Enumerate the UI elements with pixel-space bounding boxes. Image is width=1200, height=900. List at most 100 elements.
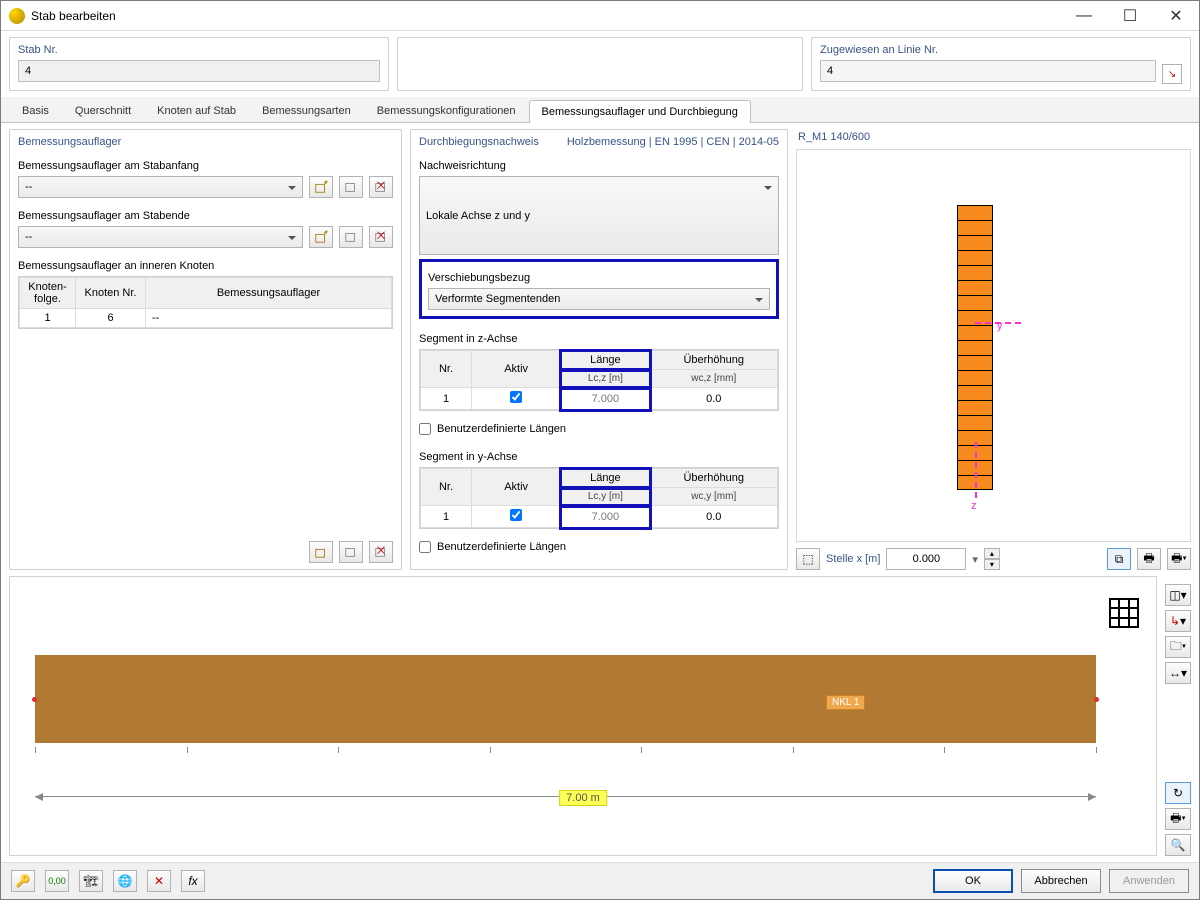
- axis-z-label: z: [971, 500, 977, 512]
- pick-line-button[interactable]: ↘: [1162, 64, 1182, 84]
- header-spacer: [397, 37, 803, 91]
- ok-button[interactable]: OK: [933, 869, 1013, 893]
- support-end-label: Bemessungsauflager am Stabende: [18, 210, 393, 222]
- render-toolbar: ◫▾ ↳▾ 🗀▾ ↔▾ ↻ 🖶▾ 🔍: [1165, 576, 1191, 856]
- tab-basis[interactable]: Basis: [9, 99, 62, 122]
- delete-button[interactable]: ✕: [147, 870, 171, 892]
- member-number-label: Stab Nr.: [18, 44, 380, 56]
- th-order: Knoten- folge.: [20, 278, 76, 309]
- cross-section-panel: R_M1 140/600 y z ⬚ Stelle x [m] 0.000 ▾ …: [796, 129, 1191, 570]
- nkl-badge: NKL 1: [826, 695, 865, 710]
- direction-label: Nachweisrichtung: [419, 160, 779, 172]
- view-refresh-button[interactable]: ↻: [1165, 782, 1191, 804]
- edit-support-end-button[interactable]: [339, 226, 363, 248]
- user-lengths-y-label: Benutzerdefinierte Längen: [437, 541, 566, 553]
- cross-section-view[interactable]: y z: [796, 149, 1191, 542]
- tab-knoten[interactable]: Knoten auf Stab: [144, 99, 249, 122]
- supports-title: Bemessungsauflager: [18, 136, 393, 148]
- tab-auflager-durchbiegung[interactable]: Bemessungsauflager und Durchbiegung: [529, 100, 751, 123]
- footer: 🔑 0,00 🏗 🌐 ✕ fx OK Abbrechen Anwenden: [1, 862, 1199, 899]
- support-end-dropdown[interactable]: --: [18, 226, 303, 248]
- displacement-reference-label: Verschiebungsbezug: [428, 272, 770, 284]
- segment-y-table: Nr. Aktiv Länge Überhöhung Lc,y [m] wc,y…: [420, 468, 778, 528]
- maximize-button[interactable]: ☐: [1107, 2, 1153, 30]
- minimize-button[interactable]: —: [1061, 2, 1107, 30]
- segment-z-label: Segment in z-Achse: [419, 333, 779, 345]
- tab-konfigurationen[interactable]: Bemessungskonfigurationen: [364, 99, 529, 122]
- section-info-button[interactable]: ⧉: [1107, 548, 1131, 570]
- view-dimension-button[interactable]: ↔▾: [1165, 662, 1191, 684]
- segment-y-label: Segment in y-Achse: [419, 451, 779, 463]
- window-title: Stab bearbeiten: [31, 9, 1061, 23]
- render-button[interactable]: 🌐: [113, 870, 137, 892]
- member-number-panel: Stab Nr.: [9, 37, 389, 91]
- cancel-button[interactable]: Abbrechen: [1021, 869, 1101, 893]
- units-button[interactable]: 0,00: [45, 870, 69, 892]
- axes-cube-icon: [1104, 593, 1144, 633]
- axis-y-label: y: [997, 320, 1003, 332]
- inner-delete-button[interactable]: [369, 541, 393, 563]
- inner-edit-button[interactable]: [339, 541, 363, 563]
- segment-y-active-checkbox[interactable]: [510, 509, 522, 521]
- member-number-input[interactable]: [18, 60, 380, 82]
- section-print-button[interactable]: 🖶: [1137, 548, 1161, 570]
- view-axes-button[interactable]: ↳▾: [1165, 610, 1191, 632]
- member-beam: [35, 655, 1096, 743]
- standard-label: Holzbemessung | EN 1995 | CEN | 2014-05: [567, 136, 779, 148]
- tab-bemessungsarten[interactable]: Bemessungsarten: [249, 99, 364, 122]
- help-button[interactable]: 🔑: [11, 870, 35, 892]
- close-button[interactable]: ✕: [1153, 2, 1199, 30]
- segment-z-active-checkbox[interactable]: [510, 391, 522, 403]
- section-settings-button[interactable]: 🖶▾: [1167, 548, 1191, 570]
- table-row[interactable]: 1 6 --: [20, 309, 392, 328]
- position-input[interactable]: 0.000: [886, 548, 966, 570]
- view-print-button[interactable]: 🖶▾: [1165, 808, 1191, 830]
- support-start-label: Bemessungsauflager am Stabanfang: [18, 160, 393, 172]
- view-layers-button[interactable]: 🗀▾: [1165, 636, 1191, 658]
- section-name: R_M1 140/600: [796, 129, 1191, 149]
- user-lengths-y-checkbox[interactable]: [419, 541, 431, 553]
- th-node: Knoten Nr.: [76, 278, 146, 309]
- tab-querschnitt[interactable]: Querschnitt: [62, 99, 144, 122]
- user-lengths-z-checkbox[interactable]: [419, 423, 431, 435]
- titlebar: Stab bearbeiten — ☐ ✕: [1, 1, 1199, 31]
- edit-support-start-button[interactable]: [339, 176, 363, 198]
- assigned-line-panel: Zugewiesen an Linie Nr. ↘: [811, 37, 1191, 91]
- view-cube-button[interactable]: ◫▾: [1165, 584, 1191, 606]
- dimension-label: 7.00 m: [559, 790, 607, 806]
- delete-support-end-button[interactable]: [369, 226, 393, 248]
- app-icon: [9, 8, 25, 24]
- delete-support-start-button[interactable]: [369, 176, 393, 198]
- table-row[interactable]: 1 7.000 0.0: [421, 388, 778, 410]
- design-supports-panel: Bemessungsauflager Bemessungsauflager am…: [9, 129, 402, 570]
- inner-nodes-label: Bemessungsauflager an inneren Knoten: [18, 260, 393, 272]
- position-label: Stelle x [m]: [826, 553, 880, 565]
- position-pick-button[interactable]: ⬚: [796, 548, 820, 570]
- new-support-start-button[interactable]: [309, 176, 333, 198]
- apply-button[interactable]: Anwenden: [1109, 869, 1189, 893]
- position-step-up[interactable]: ▴: [984, 548, 1000, 559]
- new-support-end-button[interactable]: [309, 226, 333, 248]
- dimension-ticks: [35, 747, 1096, 757]
- function-button[interactable]: fx: [181, 870, 205, 892]
- member-render-view[interactable]: NKL 1 7.00 m: [9, 576, 1157, 856]
- direction-dropdown[interactable]: Lokale Achse z und y: [419, 176, 779, 255]
- axis-z-arrow: [975, 442, 977, 498]
- view-zoom-button[interactable]: 🔍: [1165, 834, 1191, 856]
- deflection-panel: Durchbiegungsnachweis Holzbemessung | EN…: [410, 129, 788, 570]
- segment-z-table: Nr. Aktiv Länge Überhöhung Lc,z [m] wc,z…: [420, 350, 778, 410]
- inner-new-button[interactable]: [309, 541, 333, 563]
- assigned-line-label: Zugewiesen an Linie Nr.: [820, 44, 1182, 56]
- th-support: Bemessungsauflager: [146, 278, 392, 309]
- position-step-down[interactable]: ▾: [984, 559, 1000, 570]
- deflection-title: Durchbiegungsnachweis: [419, 136, 539, 148]
- inner-nodes-table: Knoten- folge. Knoten Nr. Bemessungsaufl…: [19, 277, 392, 328]
- support-start-dropdown[interactable]: --: [18, 176, 303, 198]
- user-lengths-z-label: Benutzerdefinierte Längen: [437, 423, 566, 435]
- displacement-reference-highlight: Verschiebungsbezug Verformte Segmentende…: [419, 259, 779, 319]
- assigned-line-input: [820, 60, 1156, 82]
- displacement-reference-dropdown[interactable]: Verformte Segmentenden: [428, 288, 770, 310]
- tab-bar: Basis Querschnitt Knoten auf Stab Bemess…: [1, 97, 1199, 123]
- table-row[interactable]: 1 7.000 0.0: [421, 506, 778, 528]
- member-list-button[interactable]: 🏗: [79, 870, 103, 892]
